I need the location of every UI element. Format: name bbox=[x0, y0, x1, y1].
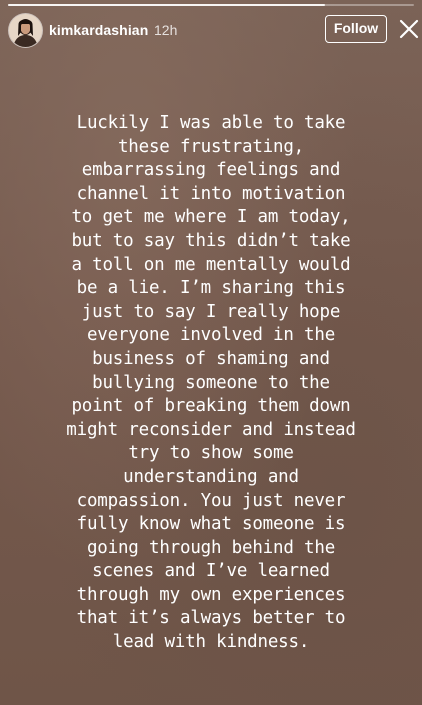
story-progress-fill bbox=[8, 4, 325, 6]
follow-button[interactable]: Follow bbox=[325, 15, 387, 43]
avatar-image bbox=[9, 14, 42, 47]
story-progress-bar bbox=[8, 4, 414, 6]
story-header: kimkardashian 12h Follow bbox=[0, 12, 422, 50]
story-text: Luckily I was able to take these frustra… bbox=[66, 113, 356, 653]
close-x-glyph bbox=[399, 19, 419, 39]
close-icon[interactable] bbox=[398, 18, 420, 40]
username[interactable]: kimkardashian bbox=[49, 22, 148, 38]
profile-avatar-icon[interactable] bbox=[9, 14, 42, 47]
story-timestamp: 12h bbox=[154, 22, 178, 38]
story-view[interactable]: kimkardashian 12h Follow Luckily I was a… bbox=[0, 0, 422, 705]
